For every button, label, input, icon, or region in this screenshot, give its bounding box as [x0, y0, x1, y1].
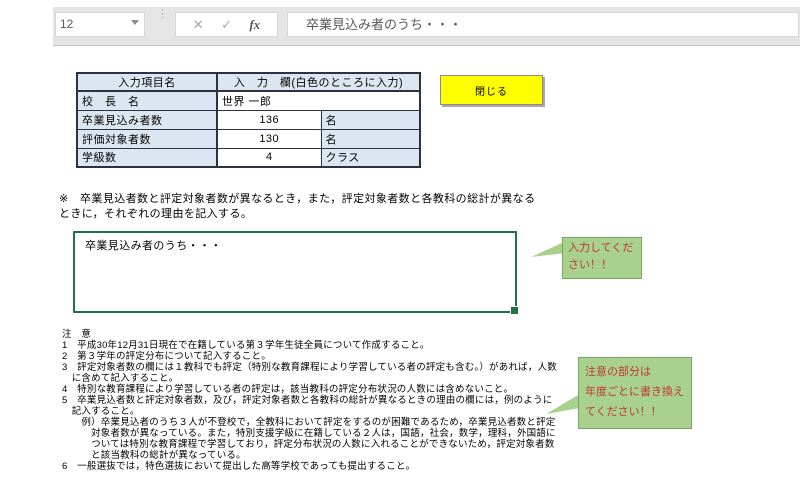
- formula-bar: 12 ⋮ ✕ ✓ fx 卒業見込み者のうち・・・: [53, 7, 800, 46]
- table-row: 学級数 4 クラス: [76, 147, 421, 168]
- callout-tail: [531, 242, 564, 257]
- name-box[interactable]: 12: [55, 12, 145, 37]
- evaluated-count-cell[interactable]: 130: [216, 128, 322, 149]
- formula-input[interactable]: 卒業見込み者のうち・・・: [287, 12, 799, 37]
- notes-heading: 注 意: [62, 329, 92, 340]
- class-count-unit: クラス: [320, 147, 421, 168]
- insert-function-icon[interactable]: fx: [249, 17, 260, 33]
- cancel-icon[interactable]: ✕: [193, 17, 204, 33]
- row-label-class-count: 学級数: [76, 147, 218, 168]
- row-label-evaluated-count: 評価対象者数: [76, 128, 218, 149]
- formula-buttons: ✕ ✓ fx: [175, 12, 278, 37]
- note-line: 記入すること。: [62, 406, 140, 417]
- enter-icon[interactable]: ✓: [221, 17, 232, 33]
- note-line: に含めて記入すること。: [62, 373, 179, 384]
- principal-name-cell[interactable]: 世界 一郎: [216, 90, 421, 111]
- name-box-dropdown-icon[interactable]: [131, 20, 139, 25]
- note-line: 4 特別な教育課程により学習している者の評定は，該当教科の評定分布状況の人数には…: [62, 384, 514, 395]
- table-row: 校 長 名 世界 一郎: [76, 90, 421, 111]
- name-box-value: 12: [60, 17, 74, 31]
- class-count-cell[interactable]: 4: [216, 147, 322, 168]
- input-table: 入力項目名 入 力 欄(白色のところに入力) 校 長 名 世界 一郎 卒業見込み…: [76, 72, 421, 168]
- close-button[interactable]: 閉じる: [440, 75, 543, 105]
- table-header-row: 入力項目名 入 力 欄(白色のところに入力): [76, 72, 421, 92]
- note-line: ついては特別な教育課程で学習しており，評定分布状況の人数に入れることができないた…: [62, 439, 555, 450]
- note-line: 対象者数が異なっている。また，特別支援学級に在籍している２人は，国語，社会，数学…: [62, 428, 556, 439]
- expected-graduates-cell[interactable]: 136: [216, 109, 322, 130]
- fill-handle[interactable]: [510, 306, 519, 315]
- note-line: 6 一般選抜では，特色選抜において提出した高等学校であっても提出すること。: [62, 461, 416, 472]
- table-row: 卒業見込み者数 136 名: [76, 109, 421, 130]
- note-line: 例）卒業見込者のうち３人が不登校で，全教科において評定をするのが困難であるため，…: [62, 417, 556, 428]
- callout-rewrite-notes: 注意の部分は 年度ごとに書き換え てください！！: [578, 357, 692, 429]
- note-line: 2 第３学年の評定分布について記入すること。: [62, 351, 271, 362]
- callout-enter-here: 入力してくだ さい！！: [562, 237, 642, 279]
- instruction-text: ※ 卒業見込者数と評定対象者数が異なるとき，また，評定対象者数と各教科の総計が異…: [59, 193, 536, 220]
- reason-input-box[interactable]: 卒業見込み者のうち・・・: [73, 231, 519, 315]
- header-input-column: 入 力 欄(白色のところに入力): [216, 72, 421, 92]
- header-item-name: 入力項目名: [76, 72, 218, 92]
- row-label-expected-graduates: 卒業見込み者数: [76, 109, 218, 130]
- note-line: 1 平成30年12月31日現在で在籍している第３学年生徒全員について作成すること…: [62, 340, 430, 351]
- table-row: 評価対象者数 130 名: [76, 128, 421, 149]
- row-label-principal: 校 長 名: [76, 90, 218, 111]
- note-line: 5 卒業見込者数と評定対象者数，及び，評定対象者数と各教科の総計が異なるときの理…: [62, 395, 553, 406]
- formula-bar-divider: ⋮: [157, 8, 168, 20]
- expected-graduates-unit: 名: [320, 109, 421, 130]
- reason-input-text: 卒業見込み者のうち・・・: [85, 240, 222, 252]
- note-line: と該当教科の総計が異なっている。: [62, 450, 246, 461]
- note-line: 3 評定対象者数の欄には１教科でも評定（特別な教育課程により学習している者の評定…: [62, 362, 557, 373]
- notes-section: 注 意 1 平成30年12月31日現在で在籍している第３学年生徒全員について作成…: [62, 329, 557, 472]
- evaluated-count-unit: 名: [320, 128, 421, 149]
